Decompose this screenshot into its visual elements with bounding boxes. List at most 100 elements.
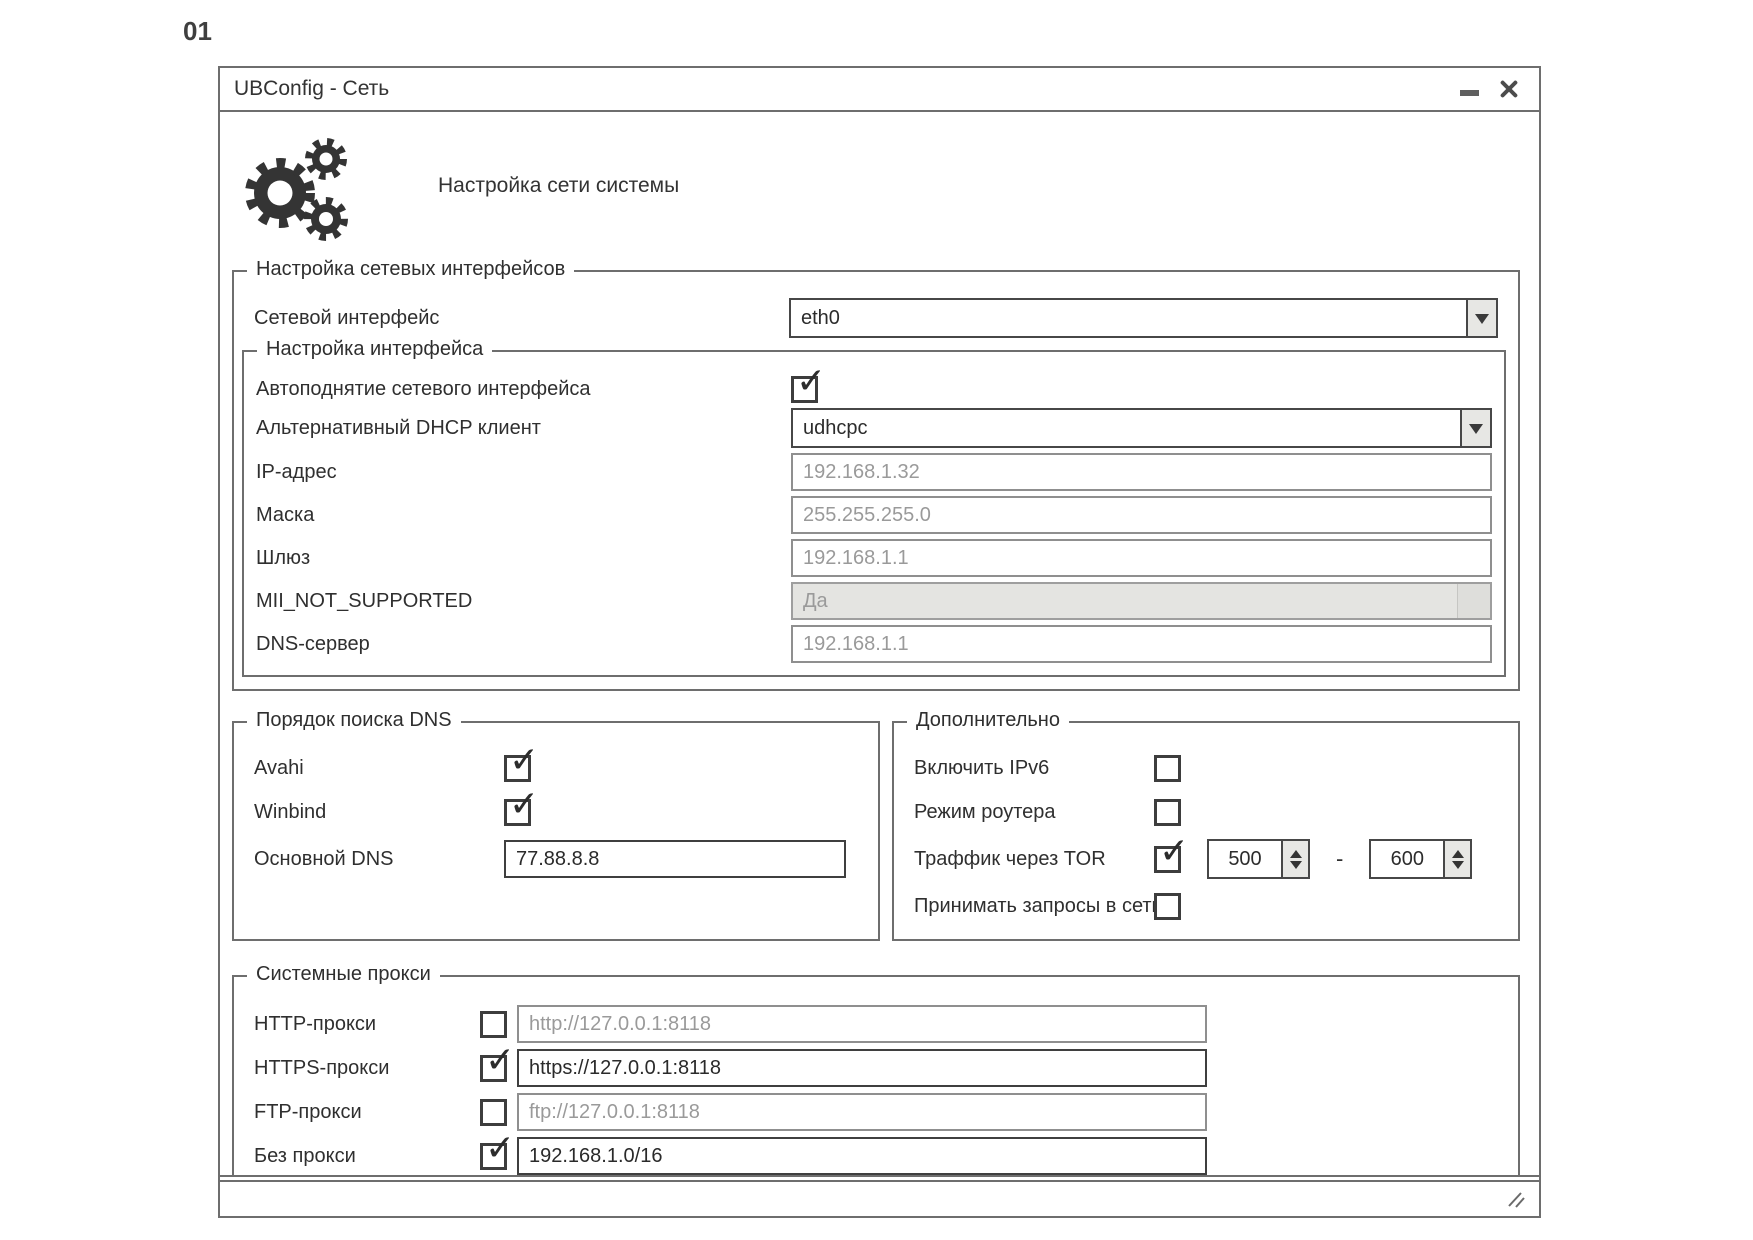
ftp-proxy-checkbox[interactable]: ✓ xyxy=(480,1099,507,1126)
row-ipv6: Включить IPv6 ✓ xyxy=(914,751,1498,785)
check-icon: ✓ xyxy=(509,787,539,823)
group-interface-settings-legend: Настройка интерфейса xyxy=(257,338,492,361)
dns-server-label: DNS-сервер xyxy=(256,633,791,656)
primary-dns-label: Основной DNS xyxy=(254,848,504,871)
chevron-down-icon xyxy=(1475,314,1489,331)
row-router-mode: Режим роутера ✓ xyxy=(914,795,1498,829)
group-interface-settings: Настройка интерфейса Автоподнятие сетево… xyxy=(242,350,1506,677)
gateway-field[interactable]: 192.168.1.1 xyxy=(791,539,1492,577)
tor-traffic-checkbox[interactable]: ✓ xyxy=(1154,846,1181,873)
auto-up-label: Автоподнятие сетевого интерфейса xyxy=(256,378,791,401)
spin-up-icon xyxy=(1452,844,1464,858)
dialog-header: Настройка сети системы xyxy=(238,126,1520,246)
row-no-proxy: Без прокси ✓ 192.168.1.0/16 xyxy=(254,1137,1498,1175)
network-interface-select[interactable]: eth0 xyxy=(789,298,1498,338)
row-gateway: Шлюз 192.168.1.1 xyxy=(256,539,1492,577)
group-system-proxies-legend: Системные прокси xyxy=(247,963,440,986)
ip-address-field[interactable]: 192.168.1.32 xyxy=(791,453,1492,491)
dropdown-button[interactable] xyxy=(1460,410,1490,446)
http-proxy-checkbox[interactable]: ✓ xyxy=(480,1011,507,1038)
row-primary-dns: Основной DNS 77.88.8.8 xyxy=(254,839,858,879)
check-icon: ✓ xyxy=(485,1043,515,1079)
ftp-proxy-field[interactable]: ftp://127.0.0.1:8118 xyxy=(517,1093,1207,1131)
spinner-buttons[interactable] xyxy=(1443,841,1470,877)
gears-icon xyxy=(238,131,358,241)
ubconfig-window: UBConfig - Сеть Наст xyxy=(218,66,1541,1218)
group-network-interfaces-legend: Настройка сетевых интерфейсов xyxy=(247,258,574,281)
row-tor-traffic: Траффик через TOR ✓ 500 - 600 xyxy=(914,839,1498,879)
close-button[interactable] xyxy=(1489,73,1529,105)
row-mii-not-supported: MII_NOT_SUPPORTED Да xyxy=(256,582,1492,620)
primary-dns-field[interactable]: 77.88.8.8 xyxy=(504,840,846,878)
mii-not-supported-field: Да xyxy=(791,582,1492,620)
tor-traffic-label: Траффик через TOR xyxy=(914,848,1154,871)
close-icon xyxy=(1497,77,1521,101)
winbind-checkbox[interactable]: ✓ xyxy=(504,799,531,826)
row-accept-requests: Принимать запросы в сети ✓ xyxy=(914,889,1498,923)
http-proxy-field[interactable]: http://127.0.0.1:8118 xyxy=(517,1005,1207,1043)
group-dns-search-order-legend: Порядок поиска DNS xyxy=(247,709,461,732)
spin-down-icon xyxy=(1452,861,1464,875)
netmask-field[interactable]: 255.255.255.0 xyxy=(791,496,1492,534)
spin-up-icon xyxy=(1290,844,1302,858)
dialog-title: Настройка сети системы xyxy=(438,174,679,198)
tor-port-from-spinner[interactable]: 500 xyxy=(1207,839,1310,879)
row-network-interface: Сетевой интерфейс eth0 xyxy=(254,298,1498,338)
window-title: UBConfig - Сеть xyxy=(234,77,1449,101)
group-additional: Дополнительно Включить IPv6 ✓ Режим роут… xyxy=(892,721,1520,941)
row-https-proxy: HTTPS-прокси ✓ https://127.0.0.1:8118 xyxy=(254,1049,1498,1087)
no-proxy-field[interactable]: 192.168.1.0/16 xyxy=(517,1137,1207,1175)
row-dhcp-client: Альтернативный DHCP клиент udhcpc xyxy=(256,408,1492,448)
accept-requests-checkbox[interactable]: ✓ xyxy=(1154,893,1181,920)
minimize-button[interactable] xyxy=(1449,73,1489,105)
https-proxy-checkbox[interactable]: ✓ xyxy=(480,1055,507,1082)
minimize-icon xyxy=(1460,90,1479,96)
avahi-checkbox[interactable]: ✓ xyxy=(504,755,531,782)
title-bar: UBConfig - Сеть xyxy=(220,68,1539,112)
check-icon: ✓ xyxy=(1159,834,1189,870)
https-proxy-field[interactable]: https://127.0.0.1:8118 xyxy=(517,1049,1207,1087)
row-dns-server: DNS-сервер 192.168.1.1 xyxy=(256,625,1492,663)
spinner-buttons[interactable] xyxy=(1281,841,1308,877)
ipv6-label: Включить IPv6 xyxy=(914,757,1154,780)
auto-up-checkbox[interactable]: ✓ xyxy=(791,376,818,403)
ip-address-label: IP-адрес xyxy=(256,461,791,484)
row-netmask: Маска 255.255.255.0 xyxy=(256,496,1492,534)
ipv6-checkbox[interactable]: ✓ xyxy=(1154,755,1181,782)
check-icon: ✓ xyxy=(509,743,539,779)
tor-port-from-value: 500 xyxy=(1209,841,1281,877)
dns-server-field[interactable]: 192.168.1.1 xyxy=(791,625,1492,663)
group-additional-legend: Дополнительно xyxy=(907,709,1069,732)
dropdown-button[interactable] xyxy=(1466,300,1496,336)
check-icon: ✓ xyxy=(485,1131,515,1167)
check-icon: ✓ xyxy=(485,1176,515,1178)
chevron-down-icon xyxy=(1469,424,1483,441)
accept-requests-label: Принимать запросы в сети xyxy=(914,895,1154,918)
winbind-label: Winbind xyxy=(254,801,504,824)
dhcp-client-value: udhcpc xyxy=(793,410,1460,446)
group-dns-search-order: Порядок поиска DNS Avahi ✓ Winbind ✓ Осн… xyxy=(232,721,880,941)
resize-grip-icon[interactable] xyxy=(1505,1189,1527,1211)
gateway-label: Шлюз xyxy=(256,547,791,570)
status-bar xyxy=(220,1180,1539,1216)
tor-port-to-spinner[interactable]: 600 xyxy=(1369,839,1472,879)
dhcp-client-select[interactable]: udhcpc xyxy=(791,408,1492,448)
https-proxy-label: HTTPS-прокси xyxy=(254,1057,480,1080)
mii-not-supported-label: MII_NOT_SUPPORTED xyxy=(256,590,791,613)
network-interface-label: Сетевой интерфейс xyxy=(254,307,789,330)
netmask-label: Маска xyxy=(256,504,791,527)
row-ip-address: IP-адрес 192.168.1.32 xyxy=(256,453,1492,491)
tor-port-to-value: 600 xyxy=(1371,841,1443,877)
window-content: Настройка сети системы Настройка сетевых… xyxy=(220,112,1539,1177)
row-ftp-proxy: FTP-прокси ✓ ftp://127.0.0.1:8118 xyxy=(254,1093,1498,1131)
group-system-proxies: Системные прокси HTTP-прокси ✓ http://12… xyxy=(232,975,1520,1177)
row-http-proxy: HTTP-прокси ✓ http://127.0.0.1:8118 xyxy=(254,1005,1498,1043)
no-proxy-checkbox[interactable]: ✓ xyxy=(480,1143,507,1170)
check-icon: ✓ xyxy=(796,364,826,400)
router-mode-checkbox[interactable]: ✓ xyxy=(1154,799,1181,826)
spin-down-icon xyxy=(1290,861,1302,875)
group-network-interfaces: Настройка сетевых интерфейсов Сетевой ин… xyxy=(232,270,1520,691)
router-mode-label: Режим роутера xyxy=(914,801,1154,824)
row-auto-up: Автоподнятие сетевого интерфейса ✓ xyxy=(256,376,1492,403)
page-number-label: 01 xyxy=(183,16,212,47)
